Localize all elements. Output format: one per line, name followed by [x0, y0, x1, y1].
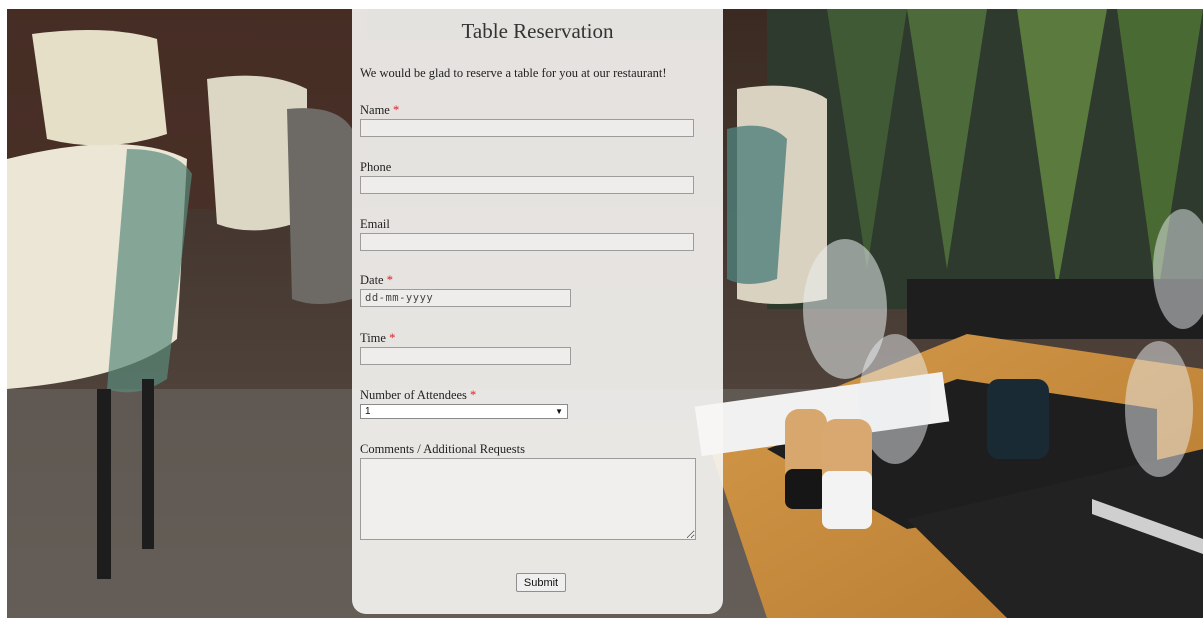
name-field-group: Name *: [360, 103, 694, 137]
submit-button[interactable]: Submit: [516, 573, 566, 592]
time-field-group: Time *: [360, 331, 571, 365]
comments-textarea[interactable]: [360, 458, 696, 540]
phone-field-group: Phone: [360, 160, 694, 194]
comments-field-group: Comments / Additional Requests: [360, 442, 696, 540]
attendees-field-group: Number of Attendees * 1 ▼: [360, 388, 568, 419]
form-title: Table Reservation: [461, 19, 614, 43]
name-input[interactable]: [360, 119, 694, 137]
email-field-group: Email: [360, 217, 694, 251]
chevron-down-icon: ▼: [555, 407, 563, 416]
attendees-label: Number of Attendees *: [360, 388, 477, 402]
phone-input[interactable]: [360, 176, 694, 194]
time-label: Time *: [360, 331, 396, 345]
date-input[interactable]: [360, 289, 571, 307]
required-marker: *: [470, 388, 477, 402]
reservation-form-card: Table Reservation We would be glad to re…: [352, 9, 723, 614]
name-label: Name *: [360, 103, 400, 117]
required-marker: *: [392, 103, 400, 117]
attendees-selected-value: 1: [365, 406, 371, 417]
phone-label: Phone: [360, 160, 392, 174]
form-intro-text: We would be glad to reserve a table for …: [360, 66, 667, 80]
attendees-select[interactable]: 1 ▼: [360, 404, 568, 419]
page-viewport: Table Reservation We would be glad to re…: [7, 9, 1203, 618]
time-input[interactable]: [360, 347, 571, 365]
comments-label: Comments / Additional Requests: [360, 442, 525, 456]
required-marker: *: [386, 273, 393, 287]
date-label: Date *: [360, 273, 393, 287]
required-marker: *: [389, 331, 396, 345]
date-field-group: Date *: [360, 273, 571, 307]
email-input[interactable]: [360, 233, 694, 251]
email-label: Email: [360, 217, 390, 231]
